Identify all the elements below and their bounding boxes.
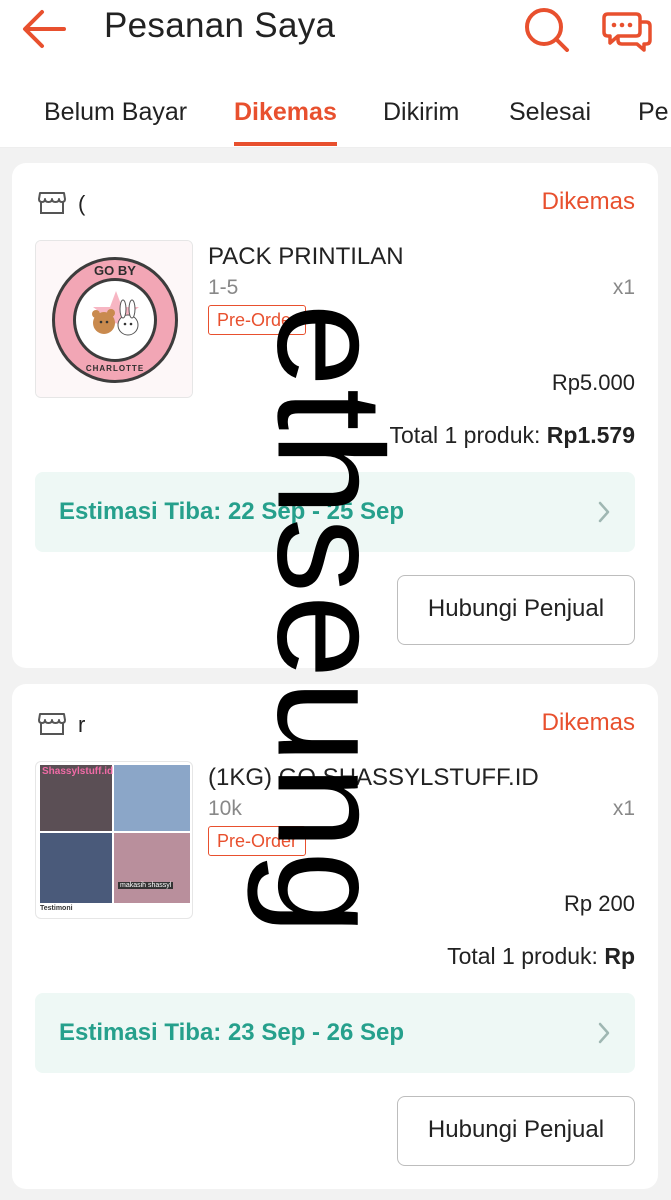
total-label: Total 1 produk: [389, 422, 541, 448]
delivery-estimate-text: Estimasi Tiba: 22 Sep - 25 Sep [59, 498, 405, 525]
logo-text-bottom: CHARLOTTE [85, 364, 145, 373]
order-total: Total 1 produk: Rp [447, 943, 635, 970]
chat-bubbles-icon[interactable] [602, 8, 652, 52]
total-value: Rp1.579 [546, 422, 635, 448]
unit-price: Rp5.000 [551, 370, 635, 395]
order-total: Total 1 produk: Rp1.579 [390, 422, 635, 449]
store-name[interactable]: ( [78, 191, 85, 217]
product-variant: 10k [208, 797, 242, 820]
product-name[interactable]: (1KG) GO SHASSYLSTUFF.ID [208, 764, 539, 792]
delivery-estimate-text: Estimasi Tiba: 23 Sep - 26 Sep [59, 1019, 405, 1046]
product-thumbnail[interactable]: Shassylstuff.id makasih shassyl Testimon… [35, 761, 193, 919]
collage-photo [114, 765, 190, 831]
tab-penilaian[interactable]: Pe [638, 98, 669, 127]
unit-price: Rp 200 [564, 891, 635, 916]
contact-seller-button[interactable]: Hubungi Penjual [397, 575, 635, 645]
tab-dikirim[interactable]: Dikirim [383, 98, 459, 127]
logo-inner-circle [73, 278, 157, 362]
collage-photo [40, 833, 112, 903]
order-status-label: Dikemas [541, 188, 635, 215]
collage-footer: Testimoni [40, 905, 73, 912]
collage-photo [114, 833, 190, 903]
search-icon[interactable] [522, 6, 570, 52]
collage-caption: makasih shassyl [118, 882, 174, 889]
preorder-badge: Pre-Order [208, 826, 307, 856]
logo-text-top: GO BY [94, 263, 136, 278]
product-thumbnail[interactable]: GO BY CHARLOTTE [35, 240, 193, 398]
chevron-right-icon [598, 501, 610, 523]
bear-bunny-illustration [92, 291, 139, 336]
store-name[interactable]: r [78, 712, 85, 738]
product-variant: 1-5 [208, 276, 239, 299]
chevron-right-icon [598, 1022, 610, 1044]
product-name[interactable]: PACK PRINTILAN [208, 243, 404, 271]
contact-seller-button[interactable]: Hubungi Penjual [397, 1096, 635, 1166]
order-status-label: Dikemas [541, 709, 635, 736]
testimonial-collage: Shassylstuff.id makasih shassyl Testimon… [36, 762, 192, 918]
store-icon [38, 713, 66, 735]
arrow-left-icon[interactable] [20, 8, 68, 50]
total-value: Rp [604, 943, 635, 969]
tab-belum-bayar[interactable]: Belum Bayar [44, 98, 187, 127]
collage-title: Shassylstuff.id [42, 766, 114, 777]
order-card[interactable]: r Dikemas Shassylstuff.id makasih shassy… [12, 684, 658, 1189]
delivery-estimate-bar[interactable]: Estimasi Tiba: 22 Sep - 25 Sep [35, 472, 635, 552]
preorder-badge: Pre-Order [208, 305, 307, 335]
order-card[interactable]: ( Dikemas GO BY CHARLOTTE PACK PRINTILAN… [12, 163, 658, 668]
delivery-estimate-bar[interactable]: Estimasi Tiba: 23 Sep - 26 Sep [35, 993, 635, 1073]
store-icon [38, 192, 66, 214]
total-label: Total 1 produk: [447, 943, 598, 969]
page-title: Pesanan Saya [104, 6, 336, 45]
order-status-tabs: Belum Bayar Dikemas Dikirim Selesai Pe [0, 62, 671, 148]
tab-dikemas[interactable]: Dikemas [234, 98, 337, 127]
product-quantity: x1 [612, 276, 635, 299]
brand-logo: GO BY CHARLOTTE [52, 257, 178, 383]
active-tab-indicator [234, 142, 337, 146]
top-app-bar: Pesanan Saya [0, 0, 671, 62]
product-quantity: x1 [612, 797, 635, 820]
tab-selesai[interactable]: Selesai [509, 98, 591, 127]
